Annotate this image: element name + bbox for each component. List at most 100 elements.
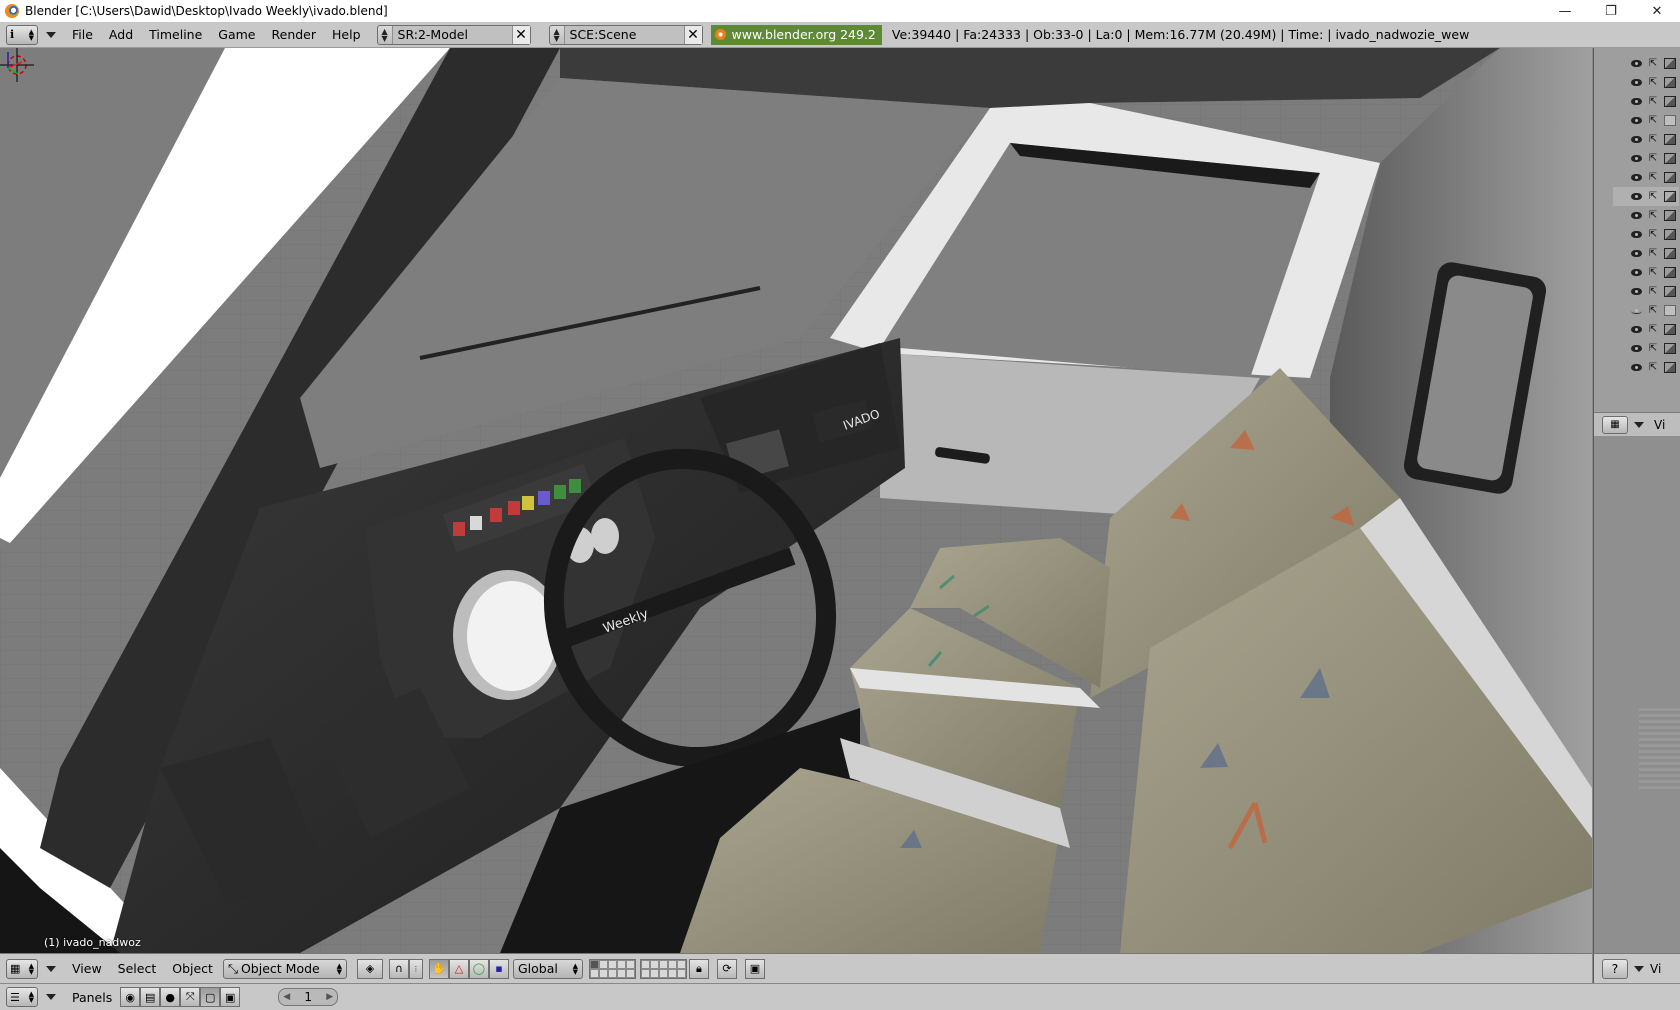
menu-select[interactable]: Select bbox=[110, 961, 165, 976]
render-camera-icon[interactable] bbox=[1663, 96, 1677, 108]
eye-icon[interactable] bbox=[1629, 229, 1643, 241]
menu-timeline[interactable]: Timeline bbox=[141, 27, 210, 42]
maximize-button[interactable]: ❐ bbox=[1588, 0, 1634, 22]
render-camera-icon[interactable] bbox=[1663, 172, 1677, 184]
buttons-collapse-icon[interactable] bbox=[46, 994, 56, 1000]
render-camera-icon[interactable] bbox=[1663, 286, 1677, 298]
render-view-button[interactable]: ▣ bbox=[744, 958, 765, 979]
select-arrow-icon[interactable]: ⇱ bbox=[1646, 286, 1660, 298]
outliner-row[interactable]: ⇱ bbox=[1613, 282, 1679, 301]
select-arrow-icon[interactable]: ⇱ bbox=[1646, 343, 1660, 355]
scroll-grip[interactable] bbox=[1639, 708, 1680, 790]
eye-icon[interactable] bbox=[1629, 96, 1643, 108]
menu-view[interactable]: View bbox=[64, 961, 110, 976]
outliner-row[interactable]: ⇱ bbox=[1613, 73, 1679, 92]
render-camera-icon[interactable] bbox=[1663, 134, 1677, 146]
render-camera-icon[interactable] bbox=[1663, 362, 1677, 374]
orientation-dropdown[interactable]: Global ▲ ▼ bbox=[512, 958, 583, 979]
decrement-arrow-icon[interactable]: ◀ bbox=[283, 992, 290, 1002]
eye-icon[interactable] bbox=[1629, 248, 1643, 260]
script-context-button[interactable]: ▤ bbox=[140, 987, 161, 1007]
select-arrow-icon[interactable]: ⇱ bbox=[1646, 153, 1660, 165]
scene-browser[interactable]: ▲ ▼ SCE:Scene ✕ bbox=[548, 24, 703, 45]
lock-layers-button[interactable]: 🔒︎ bbox=[688, 958, 709, 979]
minimize-button[interactable]: — bbox=[1542, 0, 1588, 22]
outliner-row[interactable]: ⇱ bbox=[1613, 225, 1679, 244]
collapse-menu-icon[interactable] bbox=[46, 31, 56, 38]
render-camera-icon[interactable] bbox=[1663, 115, 1677, 127]
select-arrow-icon[interactable]: ⇱ bbox=[1646, 191, 1660, 203]
browse-scene-icon[interactable]: ▲ ▼ bbox=[550, 27, 564, 42]
pivot-arrows-icon[interactable]: ⋮ bbox=[408, 958, 423, 979]
outliner-type-selector[interactable]: ▦ bbox=[1602, 415, 1628, 434]
translate-manipulator-button[interactable]: △ bbox=[448, 958, 469, 979]
menu-help[interactable]: Help bbox=[324, 27, 369, 42]
scene-name-field[interactable]: SCE:Scene bbox=[563, 25, 684, 44]
buttons-type-selector[interactable]: ☰ ▲ ▼ bbox=[6, 987, 38, 1007]
menu-object[interactable]: Object bbox=[164, 961, 221, 976]
view-label-right[interactable]: Vi bbox=[1650, 962, 1661, 976]
eye-icon[interactable] bbox=[1629, 134, 1643, 146]
shading-context-button[interactable]: ● bbox=[160, 987, 181, 1007]
select-arrow-icon[interactable]: ⇱ bbox=[1646, 172, 1660, 184]
render-camera-icon[interactable] bbox=[1663, 324, 1677, 336]
select-arrow-icon[interactable]: ⇱ bbox=[1646, 58, 1660, 70]
select-arrow-icon[interactable]: ⇱ bbox=[1646, 229, 1660, 241]
frame-number-field[interactable]: ◀ 1 ▶ bbox=[278, 988, 339, 1006]
3d-viewport[interactable]: IVADO Weekly (1) ivado_nadwoz bbox=[0, 48, 1592, 953]
menu-game[interactable]: Game bbox=[210, 27, 263, 42]
eye-icon[interactable] bbox=[1629, 77, 1643, 89]
increment-arrow-icon[interactable]: ▶ bbox=[326, 992, 333, 1002]
outliner-view-menu[interactable]: Vi bbox=[1654, 418, 1665, 432]
layer-buttons-2[interactable] bbox=[639, 958, 687, 979]
browse-screen-icon[interactable]: ▲ ▼ bbox=[378, 27, 392, 42]
outliner-row[interactable]: ⇱ bbox=[1613, 339, 1679, 358]
render-camera-icon[interactable] bbox=[1663, 153, 1677, 165]
select-arrow-icon[interactable]: ⇱ bbox=[1646, 134, 1660, 146]
draw-type-button[interactable]: ◈ bbox=[356, 958, 383, 979]
outliner-row[interactable]: ⇱ bbox=[1613, 130, 1679, 149]
delete-scene-button[interactable]: ✕ bbox=[683, 25, 702, 44]
logic-context-button[interactable]: ◉ bbox=[120, 987, 141, 1007]
render-camera-icon[interactable] bbox=[1663, 58, 1677, 70]
eye-closed-icon[interactable] bbox=[1629, 305, 1643, 317]
menu-add[interactable]: Add bbox=[101, 27, 141, 42]
select-arrow-icon[interactable]: ⇱ bbox=[1646, 77, 1660, 89]
render-camera-icon[interactable] bbox=[1663, 305, 1677, 317]
select-arrow-icon[interactable]: ⇱ bbox=[1646, 324, 1660, 336]
website-link[interactable]: www.blender.org 249.2 bbox=[710, 24, 882, 45]
opengl-render-button[interactable]: ⟳ bbox=[716, 958, 737, 979]
eye-icon[interactable] bbox=[1629, 343, 1643, 355]
outliner-row[interactable]: ⇱ bbox=[1613, 187, 1679, 206]
panels-label[interactable]: Panels bbox=[64, 990, 120, 1005]
render-camera-icon[interactable] bbox=[1663, 210, 1677, 222]
manipulator-toggle-button[interactable]: ✋ bbox=[428, 958, 449, 979]
outliner-panel[interactable]: ⇱ ⇱ ⇱ ⇱ ⇱ ⇱ ⇱ ⇱ ⇱ ⇱ ⇱ ⇱ ⇱ ⇱ ⇱ ⇱ ⇱ ▦ Vi bbox=[1593, 48, 1680, 436]
select-arrow-icon[interactable]: ⇱ bbox=[1646, 248, 1660, 260]
outliner-collapse-icon[interactable] bbox=[1634, 421, 1644, 428]
screen-browser[interactable]: ▲ ▼ SR:2-Model ✕ bbox=[376, 24, 531, 45]
outliner-row[interactable]: ⇱ bbox=[1613, 320, 1679, 339]
outliner-row[interactable]: ⇱ bbox=[1613, 168, 1679, 187]
object-context-button[interactable]: ⤧ bbox=[180, 987, 201, 1007]
render-camera-icon[interactable] bbox=[1663, 343, 1677, 355]
eye-icon[interactable] bbox=[1629, 153, 1643, 165]
pivot-point-button[interactable]: ∩ bbox=[388, 958, 409, 979]
outliner-row[interactable]: ⇱ bbox=[1613, 149, 1679, 168]
select-arrow-icon[interactable]: ⇱ bbox=[1646, 210, 1660, 222]
select-arrow-icon[interactable]: ⇱ bbox=[1646, 96, 1660, 108]
mode-dropdown[interactable]: ⤡ Object Mode ▲ ▼ bbox=[222, 958, 347, 979]
outliner-row[interactable]: ⇱ bbox=[1613, 54, 1679, 73]
menu-file[interactable]: File bbox=[64, 27, 101, 42]
select-arrow-icon[interactable]: ⇱ bbox=[1646, 115, 1660, 127]
close-window-button[interactable]: ✕ bbox=[1634, 0, 1680, 22]
outliner-row[interactable]: ⇱ bbox=[1613, 301, 1679, 320]
outliner-row[interactable]: ⇱ bbox=[1613, 244, 1679, 263]
outliner-row[interactable]: ⇱ bbox=[1613, 111, 1679, 130]
screen-name-field[interactable]: SR:2-Model bbox=[391, 25, 512, 44]
eye-icon[interactable] bbox=[1629, 58, 1643, 70]
rotate-manipulator-button[interactable]: ◯ bbox=[468, 958, 489, 979]
render-camera-icon[interactable] bbox=[1663, 248, 1677, 260]
eye-icon[interactable] bbox=[1629, 324, 1643, 336]
outliner-row[interactable]: ⇱ bbox=[1613, 92, 1679, 111]
